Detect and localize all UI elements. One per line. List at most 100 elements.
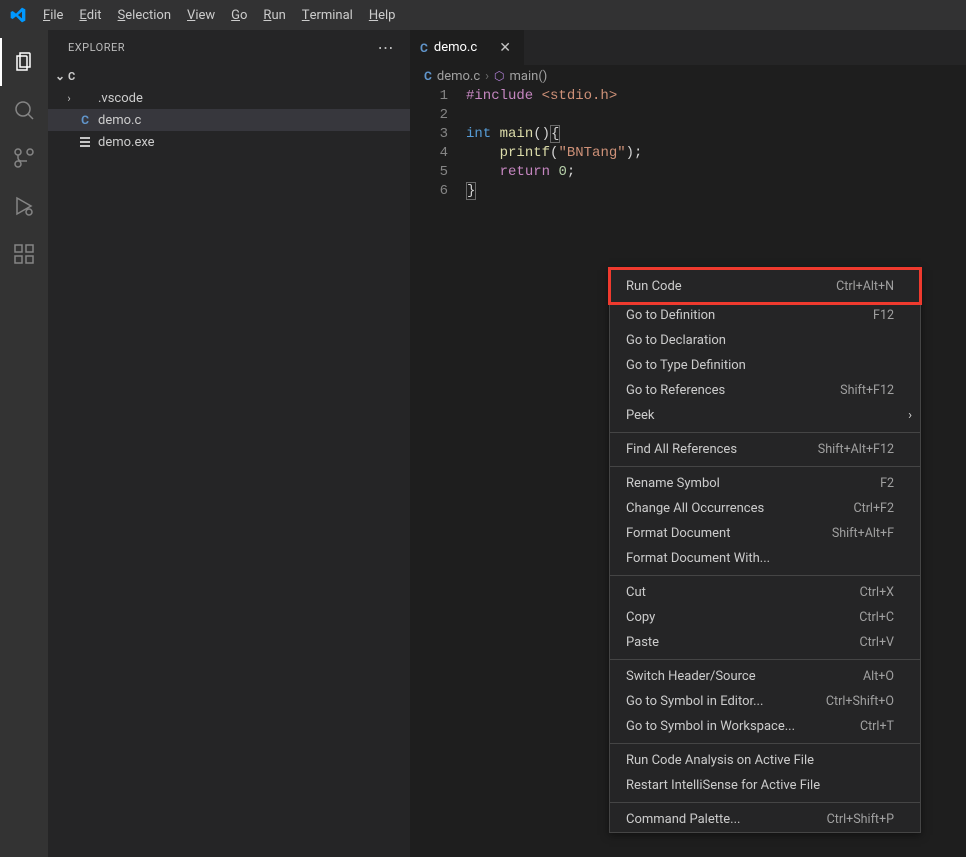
sidebar-more-icon[interactable]: ⋯	[378, 38, 395, 57]
context-menu-shortcut: F2	[880, 476, 894, 491]
context-menu-item[interactable]: Go to Symbol in Editor... Ctrl+Shift+O	[610, 689, 920, 714]
chevron-down-icon: ⌄	[52, 69, 68, 83]
c-file-icon: C	[424, 69, 432, 83]
activity-explorer-icon[interactable]	[0, 38, 48, 86]
menubar: FileEditSelectionViewGoRunTerminalHelp	[0, 0, 966, 30]
code-area[interactable]: 123456 #include <stdio.h>int main(){ pri…	[410, 87, 966, 201]
context-menu-label: Cut	[626, 585, 646, 600]
context-menu-label: Go to Symbol in Editor...	[626, 694, 763, 709]
tree-item-demo-c[interactable]: Cdemo.c	[48, 109, 410, 131]
context-menu-shortcut: Shift+F12	[840, 383, 894, 398]
context-menu-separator	[610, 466, 920, 467]
context-menu-item[interactable]: Go to Symbol in Workspace...Ctrl+T	[610, 714, 920, 739]
breadcrumbs[interactable]: C demo.c › ⬡ main()	[410, 65, 966, 87]
context-menu-item[interactable]: Go to Type Definition	[610, 353, 920, 378]
context-menu-item[interactable]: Format Document With...	[610, 546, 920, 571]
menu-file[interactable]: File	[35, 0, 71, 30]
menu-run[interactable]: Run	[255, 0, 293, 30]
context-menu-shortcut: Ctrl+C	[859, 610, 894, 625]
context-menu-separator	[610, 432, 920, 433]
context-menu-shortcut: Ctrl+V	[859, 635, 894, 650]
activity-search-icon[interactable]	[0, 86, 48, 134]
menu-go[interactable]: Go	[223, 0, 255, 30]
context-menu-shortcut: Ctrl+T	[860, 719, 894, 734]
sidebar-header: EXPLORER ⋯	[48, 30, 410, 65]
context-menu-label: Go to References	[626, 383, 725, 398]
menu-terminal[interactable]: Terminal	[294, 0, 361, 30]
context-menu-shortcut: Ctrl+X	[860, 585, 894, 600]
menu-help[interactable]: Help	[361, 0, 404, 30]
activity-run-icon[interactable]	[0, 182, 48, 230]
context-menu-item[interactable]: Change All Occurrences Ctrl+F2	[610, 496, 920, 521]
sidebar: EXPLORER ⋯ ⌄ C › .vscode Cdemo.c demo.exe	[48, 30, 410, 857]
menu-edit[interactable]: Edit	[71, 0, 109, 30]
editor-tabs: C demo.c ✕	[410, 30, 966, 65]
context-menu-label: Find All References	[626, 442, 737, 457]
context-menu-shortcut: Shift+Alt+F12	[818, 442, 894, 457]
context-menu-label: Paste	[626, 635, 659, 650]
context-menu-separator	[610, 743, 920, 744]
context-menu-label: Rename Symbol	[626, 476, 720, 491]
exe-file-icon	[80, 137, 90, 147]
context-menu-shortcut: Ctrl+F2	[853, 501, 894, 516]
context-menu-shortcut: Ctrl+Shift+O	[826, 694, 894, 709]
activity-extensions-icon[interactable]	[0, 230, 48, 278]
context-menu-shortcut: Alt+O	[863, 669, 894, 684]
tree-item-demo-exe[interactable]: demo.exe	[48, 131, 410, 153]
workspace-name: C	[68, 70, 75, 83]
context-menu-item[interactable]: Peek ›	[610, 403, 920, 428]
context-menu-label: Run Code Analysis on Active File	[626, 753, 814, 768]
context-menu-item[interactable]: Paste Ctrl+V	[610, 630, 920, 655]
context-menu-item[interactable]: Switch Header/SourceAlt+O	[610, 664, 920, 689]
context-menu-item[interactable]: CopyCtrl+C	[610, 605, 920, 630]
sidebar-workspace-header[interactable]: ⌄ C	[48, 65, 410, 87]
context-menu-shortcut: F12	[873, 308, 894, 323]
close-icon[interactable]: ✕	[496, 40, 514, 56]
context-menu-label: Run Code	[626, 279, 682, 294]
breadcrumb-file: demo.c	[437, 69, 480, 84]
menu-view[interactable]: View	[179, 0, 223, 30]
context-menu-item[interactable]: Run Code Analysis on Active File	[610, 748, 920, 773]
context-menu-separator	[610, 575, 920, 576]
sidebar-title: EXPLORER	[68, 41, 125, 54]
file-tree: › .vscode Cdemo.c demo.exe	[48, 87, 410, 153]
chevron-right-icon: ›	[485, 69, 489, 84]
context-menu-item[interactable]: Restart IntelliSense for Active File	[610, 773, 920, 798]
context-menu-label: Format Document With...	[626, 551, 770, 566]
context-menu-separator	[610, 659, 920, 660]
tab-demo-c[interactable]: C demo.c ✕	[410, 30, 525, 65]
tree-item-label: .vscode	[94, 91, 143, 106]
context-menu-label: Change All Occurrences	[626, 501, 764, 516]
tab-title: demo.c	[434, 40, 496, 55]
activity-source-control-icon[interactable]	[0, 134, 48, 182]
context-menu-item[interactable]: Go to Definition F12	[610, 303, 920, 328]
c-file-icon: C	[420, 41, 428, 55]
context-menu-item[interactable]: Find All References Shift+Alt+F12	[610, 437, 920, 462]
context-menu-separator	[610, 802, 920, 803]
chevron-right-icon: ›	[908, 408, 912, 423]
line-gutter: 123456	[410, 87, 466, 201]
context-menu-item[interactable]: Cut Ctrl+X	[610, 580, 920, 605]
context-menu: Run CodeCtrl+Alt+NGo to DefinitionF12Go …	[609, 268, 921, 833]
activitybar	[0, 30, 48, 857]
c-file-icon: C	[81, 113, 89, 127]
tree-item--vscode[interactable]: › .vscode	[48, 87, 410, 109]
chevron-right-icon: ›	[62, 92, 76, 105]
tree-item-label: demo.exe	[94, 135, 155, 150]
context-menu-item[interactable]: Go to Declaration	[610, 328, 920, 353]
menu-selection[interactable]: Selection	[110, 0, 179, 30]
vscode-logo-icon	[0, 7, 35, 23]
context-menu-item[interactable]: Run CodeCtrl+Alt+N	[610, 269, 920, 303]
code-content[interactable]: #include <stdio.h>int main(){ printf("BN…	[466, 87, 642, 201]
context-menu-item[interactable]: Rename Symbol F2	[610, 471, 920, 496]
breadcrumb-symbol: main()	[510, 69, 548, 84]
symbol-method-icon: ⬡	[494, 69, 504, 83]
context-menu-item[interactable]: Go to References Shift+F12	[610, 378, 920, 403]
context-menu-label: Restart IntelliSense for Active File	[626, 778, 820, 793]
tree-item-label: demo.c	[94, 113, 141, 128]
context-menu-label: Go to Type Definition	[626, 358, 746, 373]
context-menu-label: Peek	[626, 408, 655, 423]
context-menu-label: Go to Definition	[626, 308, 715, 323]
context-menu-item[interactable]: Format DocumentShift+Alt+F	[610, 521, 920, 546]
context-menu-item[interactable]: Command Palette...Ctrl+Shift+P	[610, 807, 920, 832]
